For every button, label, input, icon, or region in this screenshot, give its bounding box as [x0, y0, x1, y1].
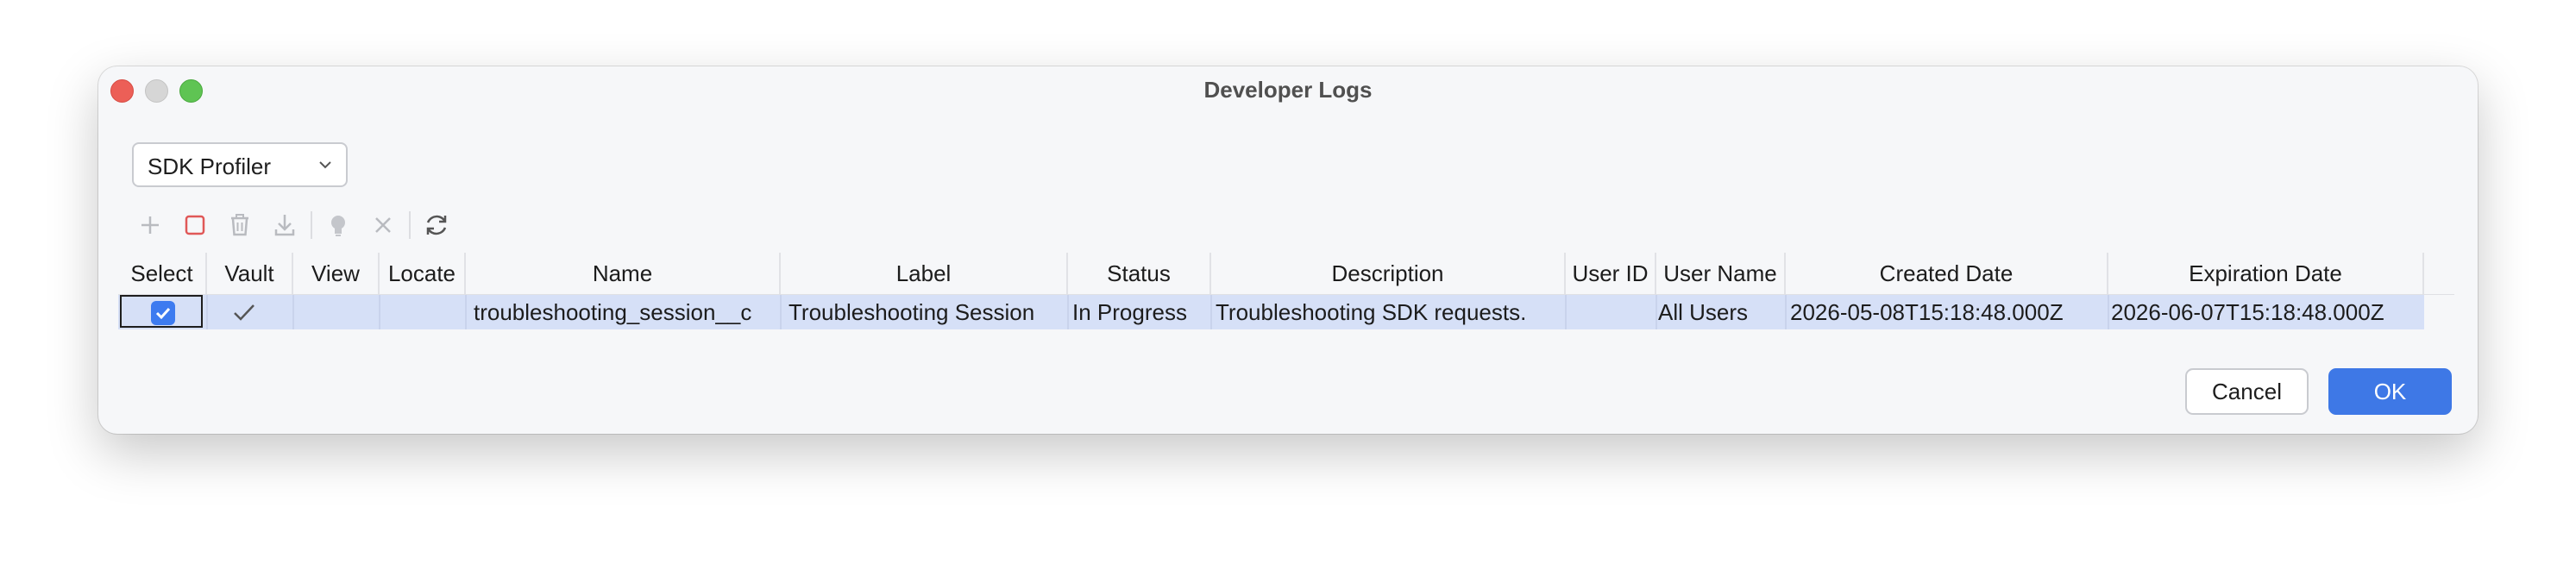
- cell-expiration-date: 2026-06-07T15:18:48.000Z: [2111, 299, 2384, 325]
- cancel-button[interactable]: Cancel: [2185, 368, 2309, 415]
- toolbar-separator: [409, 211, 411, 239]
- lightbulb-icon[interactable]: [321, 208, 355, 242]
- window-title: Developer Logs: [1203, 77, 1373, 103]
- log-type-dropdown[interactable]: SDK Profiler: [132, 142, 348, 187]
- cell-divider: [465, 295, 467, 329]
- cell-divider: [1565, 295, 1567, 329]
- column-header-view[interactable]: View: [293, 253, 380, 294]
- select-cell[interactable]: [120, 295, 203, 328]
- column-header-vault[interactable]: Vault: [207, 253, 293, 294]
- cell-created-date: 2026-05-08T15:18:48.000Z: [1790, 299, 2064, 325]
- cell-divider: [1210, 295, 1212, 329]
- table-row[interactable]: troubleshooting_session__c Troubleshooti…: [118, 295, 2424, 329]
- dropdown-selected-value: SDK Profiler: [148, 154, 272, 179]
- cell-description: Troubleshooting SDK requests.: [1216, 299, 1527, 325]
- download-icon[interactable]: [267, 208, 302, 242]
- column-header-user-name[interactable]: User Name: [1656, 253, 1786, 294]
- column-header-locate[interactable]: Locate: [380, 253, 466, 294]
- plus-icon[interactable]: [133, 208, 167, 242]
- table-header: Select Vault View Locate Name Label Stat…: [118, 253, 2454, 295]
- cell-user-id: [1570, 295, 1656, 329]
- column-header-created-date[interactable]: Created Date: [1786, 253, 2108, 294]
- trash-icon[interactable]: [223, 208, 257, 242]
- cell-divider: [1067, 295, 1069, 329]
- column-header-user-id[interactable]: User ID: [1566, 253, 1656, 294]
- logs-table: Select Vault View Locate Name Label Stat…: [118, 253, 2454, 346]
- refresh-icon[interactable]: [419, 208, 454, 242]
- cell-label: Troubleshooting Session: [789, 299, 1035, 325]
- developer-logs-dialog: Developer Logs SDK Profiler Select Vault…: [98, 66, 2478, 434]
- column-header-description[interactable]: Description: [1211, 253, 1566, 294]
- stop-icon[interactable]: [178, 208, 212, 242]
- cell-view[interactable]: [293, 295, 380, 329]
- cell-status: In Progress: [1072, 299, 1187, 325]
- vault-check-icon: [234, 304, 254, 321]
- toolbar-separator: [311, 211, 312, 239]
- toolbar: [133, 208, 564, 242]
- cell-user-name: All Users: [1658, 299, 1749, 325]
- column-header-name[interactable]: Name: [466, 253, 781, 294]
- cell-name: troubleshooting_session__c: [474, 299, 752, 325]
- title-bar: Developer Logs: [98, 66, 2478, 115]
- select-checkbox[interactable]: [151, 301, 175, 325]
- column-header-status[interactable]: Status: [1068, 253, 1211, 294]
- cell-divider: [1656, 295, 1657, 329]
- close-icon[interactable]: [366, 208, 400, 242]
- cell-divider: [206, 295, 208, 329]
- cell-divider: [1785, 295, 1787, 329]
- ok-button[interactable]: OK: [2328, 368, 2452, 415]
- chevron-down-icon: [319, 161, 331, 169]
- cell-locate[interactable]: [380, 295, 466, 329]
- column-header-select[interactable]: Select: [118, 253, 207, 294]
- cell-divider: [780, 295, 782, 329]
- column-header-expiration-date[interactable]: Expiration Date: [2108, 253, 2424, 294]
- column-header-label[interactable]: Label: [781, 253, 1068, 294]
- cell-divider: [2108, 295, 2109, 329]
- checkmark-icon: [155, 307, 171, 320]
